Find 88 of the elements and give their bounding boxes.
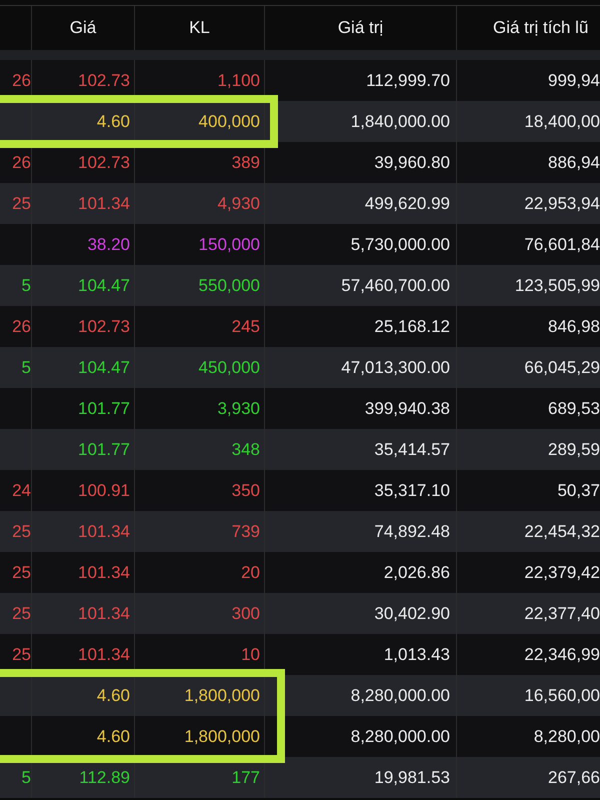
- table-cell: 25: [12, 604, 31, 624]
- price-cell: 101.77: [78, 398, 130, 418]
- cumulative-value-cell: 76,601,84: [524, 234, 600, 254]
- volume-cell: 1,800,000: [184, 726, 260, 746]
- price-cell: 4.60: [96, 686, 130, 706]
- value-cell: 5,730,000.00: [350, 234, 450, 254]
- price-cell: 102.73: [78, 70, 130, 90]
- value-cell: 19,981.53: [374, 768, 450, 788]
- volume-cell: 3,930: [217, 398, 260, 418]
- value-cell: 35,317.10: [374, 480, 450, 500]
- table-cell: 26: [12, 152, 31, 172]
- cumulative-value-cell: 22,346,99: [524, 644, 600, 664]
- table-cell: 26: [12, 316, 31, 336]
- cumulative-value-cell: 22,454,32: [524, 522, 600, 542]
- cumulative-value-cell: 66,045,29: [524, 358, 600, 378]
- cumulative-value-cell: 22,377,40: [524, 604, 600, 624]
- table-cell: 5: [22, 276, 31, 296]
- value-cell: 1,013.43: [384, 644, 450, 664]
- volume-cell: 550,000: [198, 276, 260, 296]
- value-cell: 112,999.70: [366, 70, 450, 90]
- cumulative-value-cell: 22,953,94: [524, 194, 600, 214]
- volume-cell: 348: [232, 440, 260, 460]
- volume-cell: 20: [241, 562, 260, 582]
- price-cell: 101.34: [78, 194, 130, 214]
- volume-cell: 245: [232, 316, 260, 336]
- value-cell: 39,960.80: [374, 152, 450, 172]
- price-cell: 101.34: [78, 604, 130, 624]
- cumulative-value-cell: 18,400,00: [524, 112, 600, 132]
- cumulative-value-cell: 267,66: [548, 768, 600, 788]
- cumulative-value-cell: 999,94: [548, 70, 600, 90]
- volume-cell: 350: [232, 480, 260, 500]
- cumulative-value-cell: 689,53: [548, 398, 600, 418]
- price-cell: 101.34: [78, 562, 130, 582]
- value-cell: 8,280,000.00: [350, 686, 450, 706]
- value-cell: 25,168.12: [374, 316, 450, 336]
- column-header[interactable]: KL: [189, 18, 210, 38]
- price-cell: 101.34: [78, 522, 130, 542]
- cumulative-value-cell: 16,560,00: [524, 686, 600, 706]
- value-cell: 399,940.38: [364, 398, 450, 418]
- price-cell: 100.91: [78, 480, 130, 500]
- cumulative-value-cell: 289,59: [548, 440, 600, 460]
- table-cell: 24: [12, 480, 31, 500]
- value-cell: 8,280,000.00: [350, 726, 450, 746]
- table-cell: 25: [12, 194, 31, 214]
- volume-cell: 150,000: [198, 234, 260, 254]
- price-cell: 102.73: [78, 152, 130, 172]
- volume-cell: 4,930: [217, 194, 260, 214]
- volume-cell: 389: [232, 152, 260, 172]
- volume-cell: 400,000: [198, 112, 260, 132]
- price-cell: 104.47: [78, 358, 130, 378]
- volume-cell: 300: [232, 604, 260, 624]
- value-cell: 2,026.86: [384, 562, 450, 582]
- volume-cell: 450,000: [198, 358, 260, 378]
- price-cell: 38.20: [87, 234, 130, 254]
- volume-cell: 739: [232, 522, 260, 542]
- price-cell: 4.60: [96, 726, 130, 746]
- table-cell: 5: [22, 768, 31, 788]
- table-cell: 26: [12, 70, 31, 90]
- volume-cell: 1,100: [217, 70, 260, 90]
- price-cell: 101.34: [78, 644, 130, 664]
- value-cell: 35,414.57: [374, 440, 450, 460]
- volume-cell: 10: [241, 644, 260, 664]
- cumulative-value-cell: 886,94: [548, 152, 600, 172]
- cumulative-value-cell: 22,379,42: [524, 562, 600, 582]
- cumulative-value-cell: 123,505,99: [514, 276, 600, 296]
- value-cell: 499,620.99: [364, 194, 450, 214]
- price-cell: 101.77: [78, 440, 130, 460]
- table-cell: 25: [12, 522, 31, 542]
- column-header[interactable]: Giá: [70, 18, 96, 38]
- price-cell: 4.60: [96, 112, 130, 132]
- cumulative-value-cell: 846,98: [548, 316, 600, 336]
- table-cell: 25: [12, 562, 31, 582]
- value-cell: 57,460,700.00: [341, 276, 450, 296]
- table-cell: 25: [12, 644, 31, 664]
- cumulative-value-cell: 8,280,00: [534, 726, 600, 746]
- price-cell: 112.89: [79, 768, 130, 788]
- price-cell: 102.73: [78, 316, 130, 336]
- column-header[interactable]: Giá trị tích lũ: [493, 18, 588, 38]
- value-cell: 47,013,300.00: [341, 358, 450, 378]
- value-cell: 1,840,000.00: [350, 112, 450, 132]
- price-cell: 104.47: [78, 276, 130, 296]
- value-cell: 74,892.48: [374, 522, 450, 542]
- volume-cell: 177: [232, 768, 260, 788]
- value-cell: 30,402.90: [374, 604, 450, 624]
- volume-cell: 1,800,000: [184, 686, 260, 706]
- table-cell: 5: [22, 358, 31, 378]
- column-header[interactable]: Giá trị: [338, 18, 384, 38]
- cumulative-value-cell: 50,37: [557, 480, 600, 500]
